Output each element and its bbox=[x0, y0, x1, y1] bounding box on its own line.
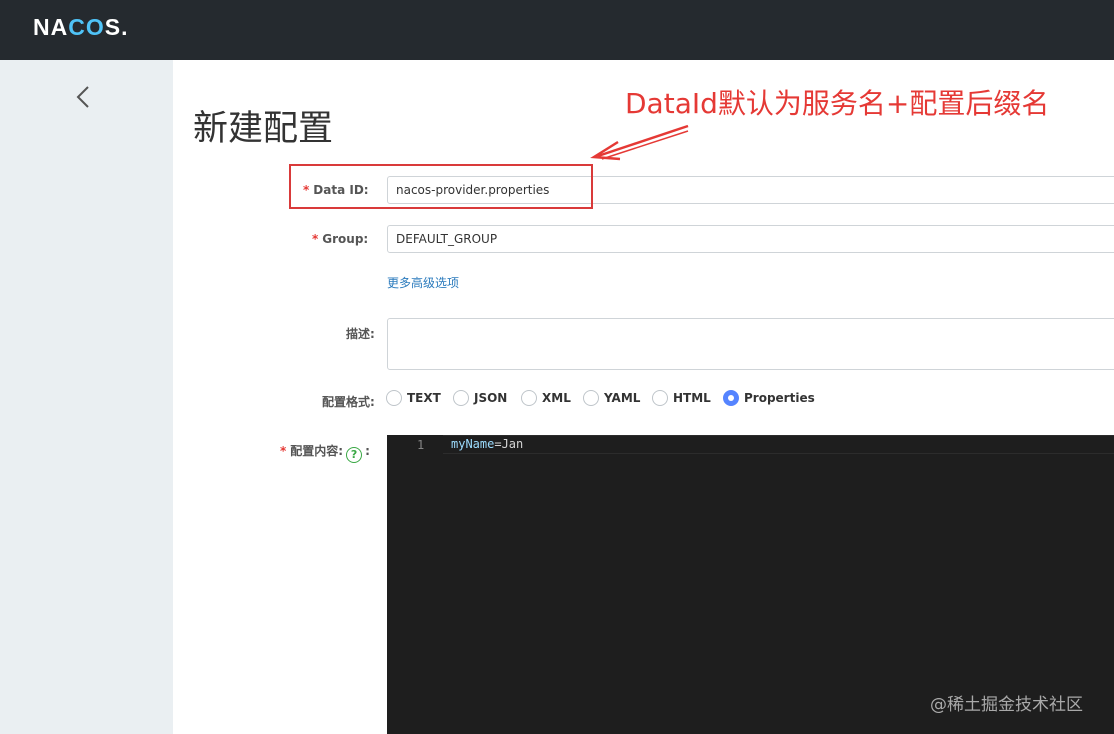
annotation-text: DataId默认为服务名+配置后缀名 bbox=[625, 87, 1050, 120]
description-label: 描述: bbox=[346, 327, 375, 341]
radio-circle bbox=[583, 390, 599, 406]
code-line[interactable]: myName=Jan bbox=[451, 437, 523, 451]
radio-circle bbox=[453, 390, 469, 406]
line-number: 1 bbox=[417, 438, 425, 452]
radio-xml[interactable]: XML bbox=[521, 390, 571, 406]
question-circle-icon[interactable]: ? bbox=[346, 447, 363, 463]
sidebar bbox=[0, 60, 173, 734]
content-label: * 配置内容:?: bbox=[280, 444, 370, 463]
radio-circle bbox=[521, 390, 537, 406]
radio-html[interactable]: HTML bbox=[652, 390, 711, 406]
nacos-logo[interactable]: NACOS. bbox=[33, 14, 128, 41]
current-line-highlight bbox=[443, 435, 1114, 454]
radio-circle bbox=[652, 390, 668, 406]
advanced-options-link[interactable]: 更多高级选项 bbox=[387, 274, 459, 291]
format-label: 配置格式: bbox=[322, 395, 375, 409]
radio-json[interactable]: JSON bbox=[453, 390, 507, 406]
radio-circle-selected bbox=[723, 390, 739, 406]
chevron-left-icon[interactable] bbox=[72, 82, 94, 112]
radio-text[interactable]: TEXT bbox=[386, 390, 441, 406]
description-textarea[interactable] bbox=[387, 318, 1114, 370]
radio-circle bbox=[386, 390, 402, 406]
group-input[interactable]: DEFAULT_GROUP bbox=[387, 225, 1114, 253]
page-title: 新建配置 bbox=[193, 109, 334, 149]
radio-yaml[interactable]: YAML bbox=[583, 390, 640, 406]
group-label: * Group: bbox=[312, 232, 369, 246]
watermark: @稀土掘金技术社区 bbox=[930, 695, 1083, 715]
radio-properties[interactable]: Properties bbox=[723, 390, 815, 406]
annotation-arrow bbox=[590, 124, 689, 161]
top-navbar: NACOS. bbox=[0, 0, 1114, 60]
highlight-box bbox=[289, 164, 593, 209]
